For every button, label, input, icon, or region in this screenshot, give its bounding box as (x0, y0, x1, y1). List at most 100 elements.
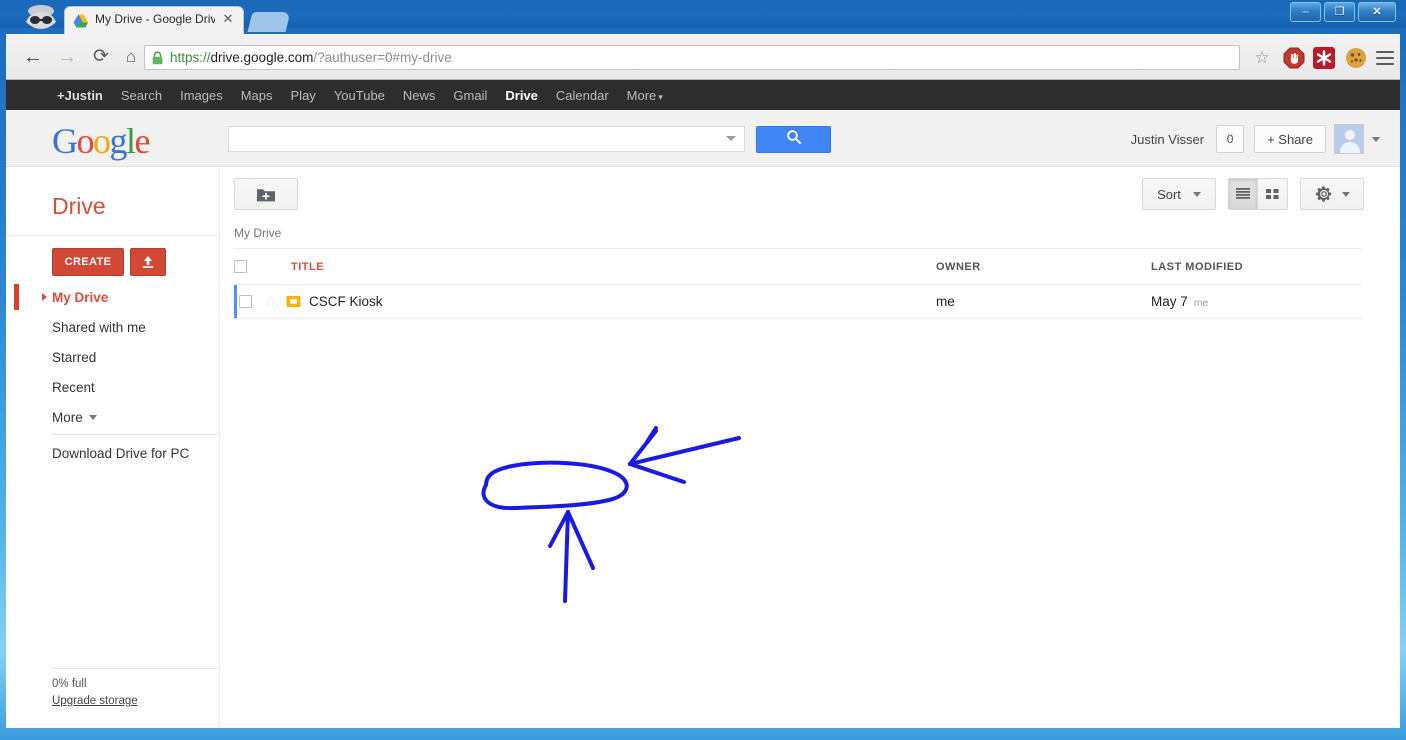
browser-toolbar: ← → ⟳ ⌂ https://drive.google.com/?authus… (6, 34, 1400, 80)
storage-divider (52, 668, 218, 669)
tab-close-icon[interactable]: ✕ (221, 12, 235, 26)
chrome-menu-icon[interactable] (1376, 47, 1394, 67)
gbar-item-images[interactable]: Images (171, 88, 232, 103)
tab-title: My Drive - Google Drive (95, 12, 215, 26)
breadcrumb[interactable]: My Drive (234, 226, 281, 240)
star-icon[interactable]: ☆ (264, 293, 286, 310)
search-input[interactable] (229, 127, 744, 151)
gbar-item-calendar[interactable]: Calendar (547, 88, 618, 103)
sort-button[interactable]: Sort (1142, 178, 1216, 210)
upgrade-storage-link[interactable]: Upgrade storage (52, 695, 138, 707)
table-row[interactable]: ☆ CSCF Kiosk me May 7 me (234, 285, 1362, 318)
row-modified-by: me (1193, 297, 1209, 309)
sidebar-item-label: Shared with me (52, 319, 146, 335)
browser-tab[interactable]: My Drive - Google Drive ✕ (64, 6, 244, 34)
sidebar-item-label: Starred (52, 349, 97, 365)
search-icon (786, 130, 801, 144)
gbar-item-search[interactable]: Search (112, 88, 171, 103)
gbar-item-youtube[interactable]: YouTube (325, 88, 394, 103)
incognito-spy-icon (18, 2, 64, 32)
expand-triangle-icon[interactable] (42, 293, 47, 301)
chevron-down-icon (1192, 191, 1201, 197)
sidebar-item-my-drive[interactable]: My Drive (6, 282, 220, 312)
drive-sidebar: Drive CREATE My Drive Shared with me Sta… (6, 168, 220, 728)
cookie-extension-icon[interactable] (1344, 46, 1368, 70)
list-view-icon (1236, 188, 1250, 199)
share-button[interactable]: + Share (1254, 125, 1326, 153)
address-bar[interactable]: https://drive.google.com/?authuser=0#my-… (144, 45, 1240, 70)
row-title-cell[interactable]: CSCF Kiosk (286, 294, 936, 309)
view-toggle-group (1228, 178, 1288, 210)
chevron-down-icon (88, 414, 97, 420)
sidebar-nav: My Drive Shared with me Starred Recent M… (6, 282, 220, 432)
chevron-down-icon[interactable] (726, 136, 736, 141)
bookmark-star-icon[interactable]: ☆ (1252, 48, 1272, 68)
page-title: Drive (52, 193, 106, 219)
asterisk-extension-icon[interactable] (1312, 46, 1336, 70)
adblock-extension-icon[interactable] (1282, 46, 1306, 70)
gbar-item-maps[interactable]: Maps (232, 88, 282, 103)
download-drive-link[interactable]: Download Drive for PC (52, 446, 189, 461)
storage-percent: 0% full (52, 678, 87, 690)
gbar-item-drive[interactable]: Drive (496, 88, 547, 103)
create-button[interactable]: CREATE (52, 248, 124, 276)
row-title-text: CSCF Kiosk (309, 294, 383, 309)
storage-info: 0% full Upgrade storage (52, 676, 138, 710)
web-page: +Justin Search Images Maps Play YouTube … (6, 80, 1400, 728)
active-accent-bar (14, 284, 19, 310)
new-tab-button[interactable] (247, 12, 291, 32)
gbar-item-play[interactable]: Play (282, 88, 325, 103)
reload-button[interactable]: ⟳ (88, 45, 114, 71)
table-header: TITLE OWNER LAST MODIFIED (234, 249, 1362, 284)
content-toolbar: Sort (220, 168, 1400, 225)
gbar-item-plus-justin[interactable]: +Justin (48, 88, 112, 103)
sidebar-item-recent[interactable]: Recent (6, 372, 220, 402)
user-name: Justin Visser (1130, 131, 1205, 147)
grid-view-button[interactable] (1258, 178, 1288, 210)
avatar[interactable] (1334, 124, 1364, 154)
sidebar-item-starred[interactable]: Starred (6, 342, 220, 372)
chevron-down-icon (1341, 191, 1350, 197)
row-owner: me (936, 294, 955, 309)
search-button[interactable] (756, 126, 831, 153)
header-right: Justin Visser 0 + Share (1131, 124, 1380, 154)
column-header-title[interactable]: TITLE (264, 261, 936, 273)
sidebar-item-shared-with-me[interactable]: Shared with me (6, 312, 220, 342)
back-button[interactable]: ← (20, 45, 46, 71)
select-all-checkbox[interactable] (234, 260, 247, 273)
search-box[interactable] (228, 126, 745, 152)
sidebar-item-more[interactable]: More (6, 402, 220, 432)
notification-count[interactable]: 0 (1216, 125, 1245, 153)
upload-button[interactable] (130, 248, 166, 276)
gbar-item-more[interactable]: More ▾ (618, 88, 672, 103)
home-button[interactable]: ⌂ (118, 45, 144, 71)
annotation-arrow-tick (645, 426, 658, 444)
folder-icon (286, 295, 301, 308)
list-view-button[interactable] (1228, 178, 1258, 210)
select-all-checkbox-cell[interactable] (234, 260, 264, 273)
row-checkbox[interactable] (239, 295, 252, 308)
chevron-down-icon[interactable] (1372, 136, 1380, 142)
google-nav-bar: +Justin Search Images Maps Play YouTube … (6, 80, 1400, 110)
upload-icon (143, 256, 153, 268)
column-header-last-modified[interactable]: LAST MODIFIED (1151, 261, 1243, 273)
row-checkbox-cell[interactable] (237, 295, 264, 308)
forward-button[interactable]: → (54, 45, 80, 71)
url-path: /?authuser=0#my-drive (313, 50, 452, 65)
annotation-arrow-head-upper (628, 429, 658, 466)
sidebar-divider-2 (52, 434, 218, 435)
google-logo: Google (52, 121, 151, 161)
sidebar-item-label: More (52, 409, 83, 425)
url-host: drive.google.com (210, 50, 314, 65)
gbar-item-news[interactable]: News (394, 88, 445, 103)
gbar-item-gmail[interactable]: Gmail (444, 88, 496, 103)
tab-strip: My Drive - Google Drive ✕ (6, 0, 1400, 34)
sidebar-item-label: Recent (52, 379, 95, 395)
row-last-modified: May 7 me (1151, 294, 1208, 309)
column-header-owner[interactable]: OWNER (936, 261, 1151, 273)
chrome-browser: My Drive - Google Drive ✕ ← → ⟳ ⌂ https:… (6, 0, 1400, 728)
annotation-ellipse (481, 460, 629, 511)
settings-button[interactable] (1300, 178, 1364, 210)
new-folder-button[interactable] (234, 178, 298, 210)
grid-view-icon (1266, 189, 1279, 199)
